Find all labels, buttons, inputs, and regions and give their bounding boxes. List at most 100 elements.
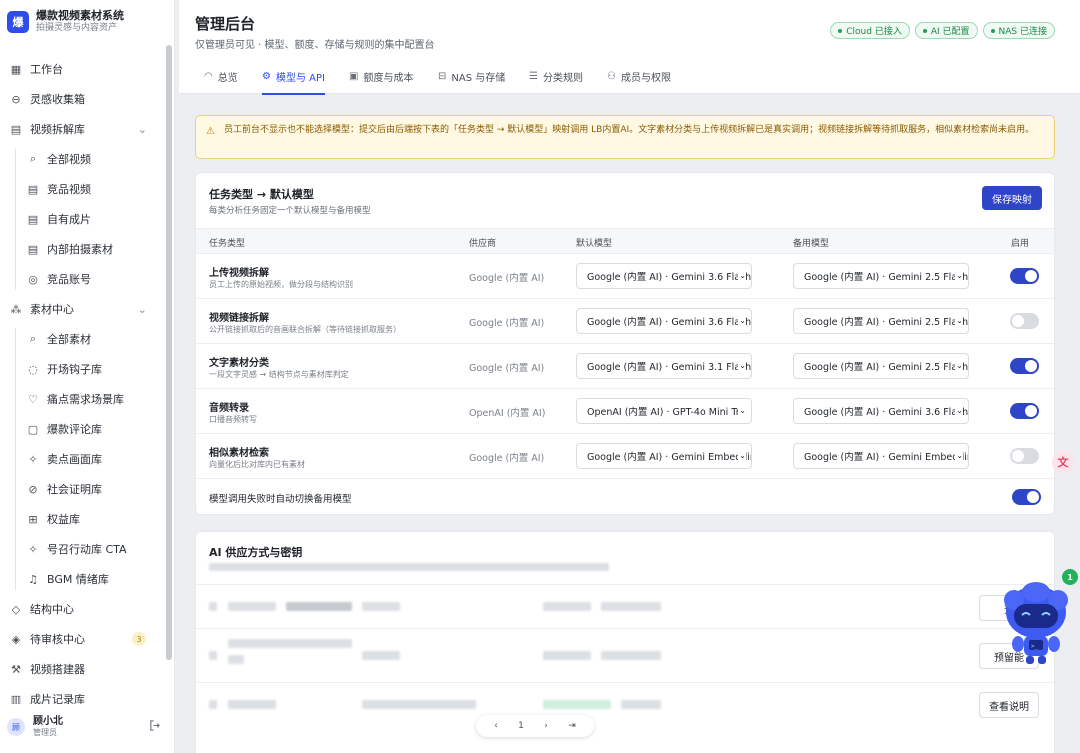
notice-banner: ⚠ 员工前台不显示也不能选择模型：提交后由后端按下表的「任务类型 → 默认模型」… bbox=[195, 115, 1055, 159]
user-role: 管理员 bbox=[33, 728, 57, 737]
wallet-icon: ▣ bbox=[349, 70, 359, 82]
tab-nas-storage[interactable]: ⊟ NAS 与存储 bbox=[438, 58, 505, 94]
sidebar-item[interactable]: ◈ 待审核中心 3 bbox=[0, 624, 162, 654]
sidebar-item[interactable]: ◌ 开场钩子库 bbox=[0, 354, 162, 384]
sidebar-item[interactable]: ▥ 成片记录库 bbox=[0, 684, 162, 705]
sidebar-item[interactable]: ⁂ 素材中心 ⌄ bbox=[0, 294, 162, 324]
prev-page-button[interactable]: ‹ bbox=[494, 721, 498, 731]
redacted-text bbox=[209, 651, 217, 660]
sidebar-item[interactable]: ⊘ 社会证明库 bbox=[0, 474, 162, 504]
mapping-subtitle: 每类分析任务固定一个默认模型与备用模型 bbox=[209, 206, 371, 216]
tab-label: 额度与成本 bbox=[363, 72, 414, 84]
sidebar-item-label: 内部拍摄素材 bbox=[47, 243, 113, 256]
tab-overview[interactable]: ◠ 总览 bbox=[204, 58, 238, 94]
admin-app: 爆 爆款视频素材系统 拍摄灵感与内容资产 ▦ 工作台 ⊖ 灵感收集箱 ▤ 视频拆解库 ⌄ ⌕ 全… bbox=[0, 0, 1080, 753]
clipboard-icon: ▥ bbox=[10, 692, 22, 705]
backup-model-select[interactable]: Google (内置 AI) · Gemini Embedding ⌄ bbox=[793, 443, 969, 469]
tab-label: 模型与 API bbox=[275, 72, 325, 84]
film-icon: ▤ bbox=[27, 212, 39, 226]
scrollbar-thumb[interactable] bbox=[166, 45, 172, 660]
sidebar-item[interactable]: ✧ 号召行动库 CTA bbox=[0, 534, 162, 564]
enable-toggle[interactable] bbox=[1010, 313, 1039, 329]
sidebar-item-label: 爆款评论库 bbox=[47, 423, 102, 436]
users-icon: ⚇ bbox=[607, 70, 616, 82]
sidebar-item[interactable]: ◎ 竞品账号 bbox=[0, 264, 162, 294]
logout-icon[interactable] bbox=[149, 720, 160, 734]
brand-subtitle: 拍摄灵感与内容资产 bbox=[36, 23, 118, 33]
default-model-select[interactable]: Google (内置 AI) · Gemini Embedding ⌄ bbox=[576, 443, 752, 469]
enable-toggle[interactable] bbox=[1010, 358, 1039, 374]
sidebar-item[interactable]: ⌕ 全部视频 bbox=[0, 144, 162, 174]
sidebar-item[interactable]: ⊞ 权益库 bbox=[0, 504, 162, 534]
backup-model-select[interactable]: Google (内置 AI) · Gemini 3.6 Flash ⌄ bbox=[793, 398, 969, 424]
default-model-select[interactable]: OpenAI (内置 AI) · GPT-4o Mini Tr ⌄ bbox=[576, 398, 752, 424]
status-badge-cloud: Cloud 已接入 bbox=[830, 22, 910, 39]
column-header: 默认模型 bbox=[576, 239, 613, 249]
sidebar-item-label: 社会证明库 bbox=[47, 483, 102, 496]
select-value: Google (内置 AI) · Gemini 3.6 Flash bbox=[587, 317, 752, 328]
grid-icon: ▦ bbox=[10, 62, 22, 76]
page-title: 管理后台 bbox=[195, 15, 256, 33]
fallback-setting-row: 模型调用失败时自动切换备用模型 bbox=[196, 479, 1054, 515]
default-model-select[interactable]: Google (内置 AI) · Gemini 3.6 Flash ⌄ bbox=[576, 263, 752, 289]
table-row: 视频链接拆解 公开链接抓取后的音画联合拆解（等待链接抓取服务） Google (内置… bbox=[196, 299, 1054, 344]
sidebar-item[interactable]: ⌕ 全部素材 bbox=[0, 324, 162, 354]
column-header: 供应商 bbox=[469, 239, 497, 249]
view-docs-button[interactable]: 查看说明 bbox=[979, 692, 1039, 718]
sidebar-item[interactable]: ▢ 爆款评论库 bbox=[0, 414, 162, 444]
brand[interactable]: 爆 爆款视频素材系统 拍摄灵感与内容资产 bbox=[7, 9, 124, 34]
sidebar-item[interactable]: ▦ 工作台 bbox=[0, 54, 162, 84]
sidebar-item[interactable]: ✧ 卖点画面库 bbox=[0, 444, 162, 474]
default-model-select[interactable]: Google (内置 AI) · Gemini 3.1 Flash ⌄ bbox=[576, 353, 752, 379]
status-badge-label: AI 已配置 bbox=[930, 27, 970, 37]
sidebar-item[interactable]: ◇ 结构中心 bbox=[0, 594, 162, 624]
backup-model-select[interactable]: Google (内置 AI) · Gemini 2.5 Flash ⌄ bbox=[793, 263, 969, 289]
backup-model-select[interactable]: Google (内置 AI) · Gemini 2.5 Flash ⌄ bbox=[793, 353, 969, 379]
status-badge-label: Cloud 已接入 bbox=[846, 27, 902, 37]
status-dot-icon bbox=[922, 28, 927, 33]
chevron-down-icon[interactable]: ⌄ bbox=[138, 303, 147, 316]
gauge-icon: ◠ bbox=[204, 70, 213, 82]
sidebar-item-label: 号召行动库 CTA bbox=[47, 543, 127, 556]
status-dot-icon bbox=[990, 28, 995, 33]
enable-toggle[interactable] bbox=[1010, 448, 1039, 464]
tab-quota-cost[interactable]: ▣ 额度与成本 bbox=[349, 58, 413, 94]
backup-model-select[interactable]: Google (内置 AI) · Gemini 2.5 Flash ⌄ bbox=[793, 308, 969, 334]
warning-icon: ⚠ bbox=[206, 126, 215, 137]
sidebar-item[interactable]: ♫ BGM 情绪库 bbox=[0, 564, 162, 594]
sidebar-item[interactable]: ▤ 竞品视频 bbox=[0, 174, 162, 204]
ai-provider-card: AI 供应方式与密钥 预 预留能 bbox=[195, 531, 1055, 753]
sidebar-item-label: 成片记录库 bbox=[30, 693, 85, 704]
sidebar-item[interactable]: ▤ 自有成片 bbox=[0, 204, 162, 234]
enable-toggle[interactable] bbox=[1010, 268, 1039, 284]
avatar[interactable]: 顾 bbox=[7, 718, 25, 736]
assistant-bot[interactable]: >_ bbox=[1000, 578, 1072, 668]
mapping-table-header: 任务类型 供应商 默认模型 备用模型 启用 bbox=[196, 228, 1054, 254]
next-page-button[interactable]: › bbox=[544, 721, 548, 731]
translate-icon[interactable]: 文 bbox=[1052, 451, 1074, 473]
sidebar-item[interactable]: ⚒ 视频搭建器 bbox=[0, 654, 162, 684]
last-page-button[interactable]: ⇥ bbox=[568, 721, 576, 731]
sidebar-item[interactable]: ⊖ 灵感收集箱 bbox=[0, 84, 162, 114]
sidebar-item-label: 待审核中心 bbox=[30, 633, 85, 646]
chevron-down-icon[interactable]: ⌄ bbox=[138, 123, 147, 136]
default-model-select[interactable]: Google (内置 AI) · Gemini 3.6 Flash ⌄ bbox=[576, 308, 752, 334]
film-icon: ▤ bbox=[10, 122, 22, 136]
save-mapping-button[interactable]: 保存映射 bbox=[982, 186, 1042, 210]
page-number[interactable]: 1 bbox=[518, 721, 524, 731]
sidebar-scrollbar[interactable] bbox=[166, 45, 172, 660]
select-value: Google (内置 AI) · Gemini 2.5 Flash bbox=[804, 272, 969, 283]
redacted-text bbox=[543, 602, 591, 611]
sidebar-item[interactable]: ▤ 视频拆解库 ⌄ bbox=[0, 114, 162, 144]
gift-icon: ⊞ bbox=[28, 512, 38, 526]
task-type-name: 音频转录 bbox=[209, 403, 249, 414]
tab-members-permissions[interactable]: ⚇ 成员与权限 bbox=[607, 58, 671, 94]
tab-models-api[interactable]: ⚙ 模型与 API bbox=[262, 58, 325, 95]
sidebar-item[interactable]: ▤ 内部拍摄素材 bbox=[0, 234, 162, 264]
page-header: 管理后台 仅管理员可见 · 模型、额度、存储与规则的集中配置台 Cloud 已接… bbox=[179, 0, 1080, 58]
sidebar-item[interactable]: ♡ 痛点需求场景库 bbox=[0, 384, 162, 414]
fallback-toggle[interactable] bbox=[1012, 489, 1041, 505]
enable-toggle[interactable] bbox=[1010, 403, 1039, 419]
floating-pager: ‹ 1 › ⇥ bbox=[476, 715, 594, 737]
tab-classification-rules[interactable]: ☰ 分类规则 bbox=[529, 58, 583, 94]
